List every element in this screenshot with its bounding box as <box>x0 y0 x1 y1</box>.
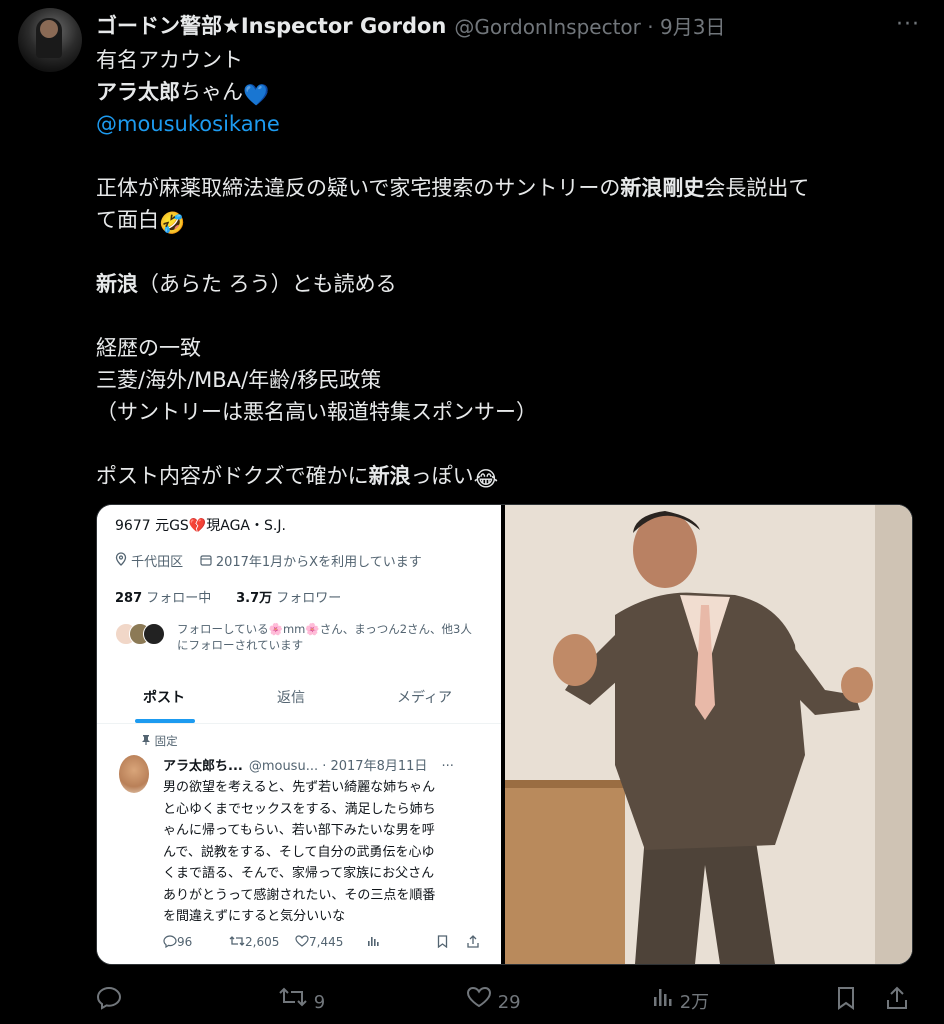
repost-button[interactable]: 9 <box>278 986 325 1013</box>
share-button[interactable] <box>886 986 908 1015</box>
mention-line: @mousukosikane <box>96 108 916 140</box>
embedded-like: 7,445 <box>295 935 343 950</box>
body-line: 正体が麻薬取締法違反の疑いで家宅捜索のサントリーの新浪剛史会長説出て <box>96 176 810 200</box>
embedded-post-header: アラ太郎ち... @mousu... · 2017年8月11日 ··· <box>163 759 454 774</box>
location-text: 千代田区 <box>131 555 184 570</box>
embedded-reply: 96 <box>163 935 192 951</box>
joined-text: 2017年1月からXを利用しています <box>215 555 422 570</box>
pin-icon <box>141 734 155 748</box>
body-line: 新浪（あらた ろう）とも読める <box>96 272 397 296</box>
rofl-emoji-icon: 🤣 <box>159 211 186 235</box>
body-line: 三菱/海外/MBA/年齢/移民政策 <box>96 368 382 392</box>
blue-heart-icon: 💙 <box>243 83 270 107</box>
follower-avatars <box>115 623 165 645</box>
embedded-more-icon: ··· <box>441 759 454 774</box>
body-line: 経歴の一致 <box>96 336 201 360</box>
bold-name: アラ太郎 <box>96 80 180 104</box>
reply-button[interactable] <box>96 986 122 1015</box>
body-line: ポスト内容がドクズで確かに新浪っぽい😂 <box>96 460 916 492</box>
active-tab-indicator <box>135 719 195 723</box>
man-in-suit-illustration <box>505 505 912 964</box>
calendar-icon <box>200 555 216 570</box>
author-avatar[interactable] <box>18 8 82 72</box>
embedded-repost: 2,605 <box>229 935 279 950</box>
more-options-icon[interactable]: ··· <box>896 12 920 37</box>
post-media[interactable]: 9677 元GS💔現AGA・S.J. 千代田区 2017年1月からXを利用してい… <box>96 504 913 965</box>
avatar-face <box>40 20 58 38</box>
author-name[interactable]: ゴードン警部★Inspector Gordon <box>96 10 446 40</box>
body-line: て面白🤣 <box>96 204 916 236</box>
post-actions-bar: 9 29 2万 <box>96 984 916 1014</box>
body-line: 有名アカウント <box>96 48 243 72</box>
embedded-post-text: 男の欲望を考えると、先ず若い綺麗な姉ちゃん と心ゆくまでセックスをする、満足した… <box>163 780 436 924</box>
profile-meta: 千代田区 2017年1月からXを利用しています <box>115 551 422 570</box>
post-date[interactable]: 9月3日 <box>660 15 725 39</box>
views-button[interactable]: 2万 <box>652 986 709 1014</box>
body-line: （サントリーは悪名高い報道特集スポンサー） <box>96 400 537 424</box>
man-in-suit-photo[interactable]: ⌕ <box>505 505 912 964</box>
profile-tabs: ポスト 返信 メディア <box>97 677 501 724</box>
embedded-share-icon <box>467 935 479 951</box>
tab-posts: ポスト <box>143 690 185 706</box>
embedded-views-icon <box>367 935 379 950</box>
joy-emoji-icon: 😂 <box>473 467 499 491</box>
location-icon <box>115 552 131 570</box>
embedded-post-avatar <box>119 755 149 793</box>
like-button[interactable]: 29 <box>466 986 521 1013</box>
body-line: アラ太郎ちゃん💙 <box>96 76 916 108</box>
embedded-profile-screenshot[interactable]: 9677 元GS💔現AGA・S.J. 千代田区 2017年1月からXを利用してい… <box>97 505 501 964</box>
profile-title: 9677 元GS💔現AGA・S.J. <box>115 518 286 534</box>
author-handle[interactable]: @GordonInspector · 9月3日 <box>454 11 725 40</box>
mention-link[interactable]: @mousukosikane <box>96 112 280 136</box>
tab-replies: 返信 <box>277 690 305 706</box>
post-header: ゴードン警部★Inspector Gordon @GordonInspector… <box>96 10 924 40</box>
bookmark-button[interactable] <box>836 986 856 1015</box>
post-body: 有名アカウント アラ太郎ちゃん💙 @mousukosikane 正体が麻薬取締法… <box>96 44 916 492</box>
follow-stats: 287 フォロー中 3.7万 フォロワー <box>115 591 342 606</box>
tab-media: メディア <box>397 690 453 706</box>
pinned-label: 固定 <box>141 733 178 749</box>
embedded-bookmark-icon <box>437 935 448 951</box>
